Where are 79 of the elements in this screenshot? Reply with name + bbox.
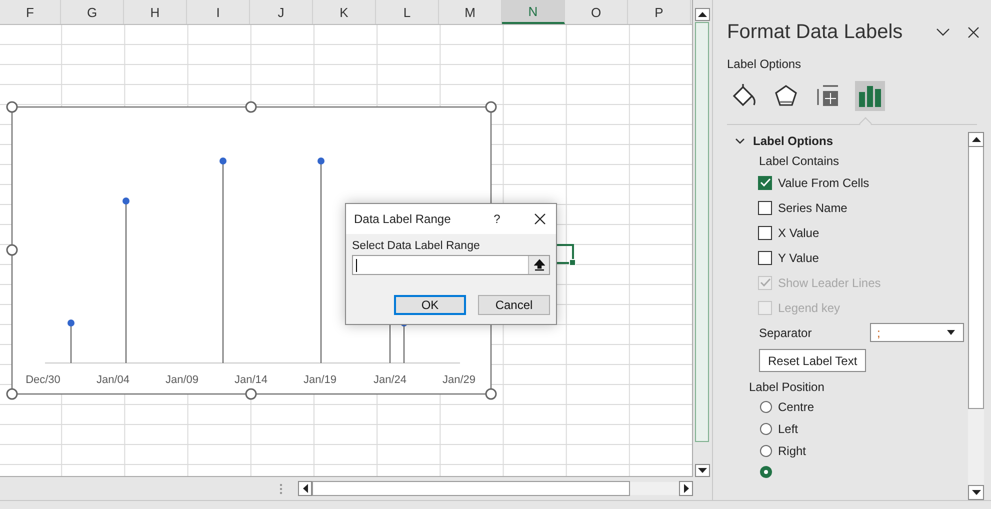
paint-bucket-icon <box>731 84 757 108</box>
scrollbar-thumb[interactable] <box>312 481 630 496</box>
column-header[interactable]: K <box>313 0 376 24</box>
axis-label: Jan/04 <box>96 374 130 386</box>
field-label: Select Data Label Range <box>352 240 481 252</box>
resize-handle[interactable] <box>245 101 257 113</box>
scroll-left-button[interactable] <box>298 481 312 496</box>
lollipop-stem[interactable] <box>318 158 324 364</box>
chevron-icon <box>735 138 745 144</box>
lollipop-stem[interactable] <box>122 198 130 364</box>
column-header[interactable]: N <box>502 0 565 24</box>
right-triangle-icon <box>684 484 688 493</box>
upload-arrow-icon <box>534 259 544 271</box>
close-icon[interactable] <box>534 213 546 225</box>
column-header[interactable]: G <box>61 0 124 24</box>
bar-chart-icon <box>858 85 882 107</box>
axis-label: Jan/14 <box>234 374 268 386</box>
resize-handle[interactable] <box>6 101 18 113</box>
separator-label: Separator <box>759 326 812 340</box>
scroll-up-button[interactable] <box>968 132 984 147</box>
column-header[interactable]: H <box>124 0 187 24</box>
down-triangle-icon <box>972 490 980 495</box>
radio-button[interactable] <box>760 466 772 478</box>
column-header[interactable]: P <box>628 0 691 24</box>
checkbox[interactable]: Value From Cells <box>758 170 870 195</box>
up-triangle-icon <box>698 12 706 17</box>
axis-label: Jan/09 <box>165 374 199 386</box>
size-properties-icon <box>816 84 840 108</box>
scrollbar-thumb[interactable] <box>695 22 709 442</box>
pane-title: Format Data Labels <box>727 20 904 44</box>
group-label: Label Position <box>749 380 824 396</box>
help-button[interactable]: ? <box>490 212 504 226</box>
resize-handle[interactable] <box>485 388 497 400</box>
checkbox[interactable]: Y Value <box>758 245 819 270</box>
checkmark-icon <box>760 278 770 287</box>
down-triangle-icon <box>698 468 706 473</box>
dialog-button[interactable]: OK <box>394 295 466 315</box>
column-header[interactable]: I <box>187 0 250 24</box>
close-icon[interactable] <box>968 26 979 38</box>
separator-dropdown[interactable]: ; <box>870 323 964 342</box>
radio-button[interactable]: Left <box>760 418 798 440</box>
reset-label-text-button[interactable]: Reset Label Text <box>759 349 866 372</box>
checkbox[interactable]: Series Name <box>758 195 848 220</box>
scroll-up-button[interactable] <box>694 8 710 21</box>
column-header[interactable]: O <box>565 0 628 24</box>
lollipop-stem[interactable] <box>220 158 226 364</box>
section-header[interactable]: Label Options <box>735 132 834 150</box>
axis-label: Jan/29 <box>442 374 476 386</box>
split-handle[interactable] <box>280 484 284 494</box>
axis-label: Dec/30 <box>26 374 60 386</box>
column-header[interactable]: L <box>376 0 439 24</box>
dropdown-arrow-icon <box>947 330 955 335</box>
axis-label: Jan/24 <box>373 374 407 386</box>
up-triangle-icon <box>972 137 980 142</box>
dialog-button[interactable]: Cancel <box>478 295 550 315</box>
dialog-title: Data Label Range <box>354 212 452 226</box>
column-header[interactable]: J <box>250 0 313 24</box>
resize-handle[interactable] <box>245 388 257 400</box>
resize-handle[interactable] <box>6 244 18 256</box>
scrollbar-thumb[interactable] <box>968 147 984 409</box>
resize-handle[interactable] <box>6 388 18 400</box>
chevron-down-icon[interactable] <box>936 28 950 36</box>
pentagon-icon <box>774 84 798 108</box>
scroll-right-button[interactable] <box>679 481 693 496</box>
column-header[interactable]: F <box>0 0 61 24</box>
checkbox[interactable]: X Value <box>758 220 820 245</box>
radio-button[interactable]: Centre <box>760 396 814 418</box>
radio-button[interactable]: Right <box>760 440 806 462</box>
range-input-field[interactable] <box>352 255 550 275</box>
scroll-down-button[interactable] <box>968 485 984 500</box>
collapse-button[interactable] <box>528 256 549 274</box>
pane-subtitle: Label Options <box>727 57 802 71</box>
scroll-down-button[interactable] <box>694 464 710 477</box>
group-label: Label Contains <box>759 154 840 170</box>
axis-label: Jan/19 <box>303 374 337 386</box>
left-triangle-icon <box>302 484 308 493</box>
lollipop-stem[interactable] <box>68 320 74 364</box>
resize-handle[interactable] <box>485 101 497 113</box>
checkmark-icon <box>760 178 770 187</box>
